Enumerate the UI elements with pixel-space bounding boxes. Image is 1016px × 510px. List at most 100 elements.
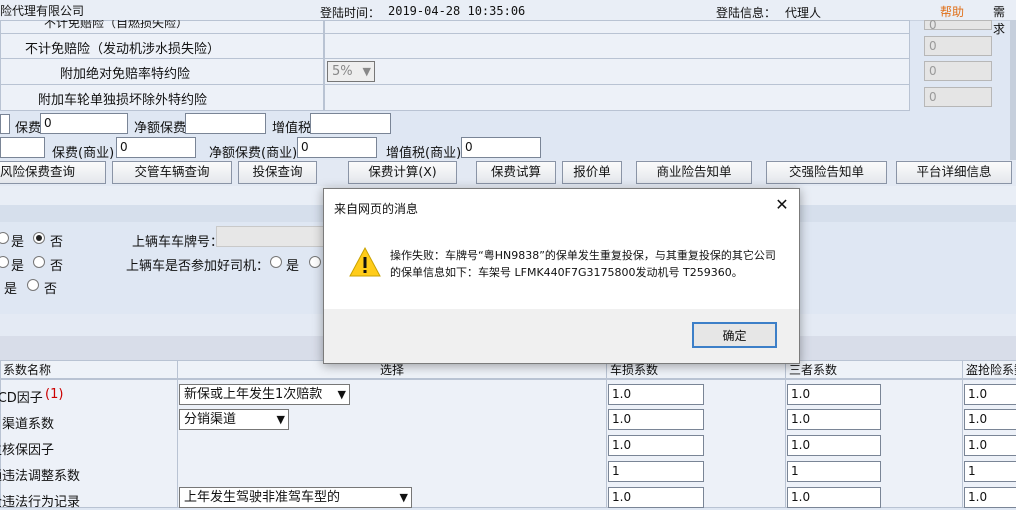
underwriting-theft-input[interactable]: 1.0 [964, 435, 1016, 456]
ncd-damage-input[interactable]: 1.0 [608, 384, 704, 405]
channel-third-input[interactable]: 1.0 [787, 409, 881, 430]
quote-button[interactable]: 报价单 [562, 161, 622, 184]
chevron-down-icon: ▼ [399, 491, 408, 504]
radio-yes-2[interactable] [0, 256, 9, 268]
premium-trial-button[interactable]: 保费试算 [476, 161, 556, 184]
vat-commercial-label: 增值税(商业) [386, 146, 462, 161]
safety-violation-select[interactable]: 上年发生驾驶非准驾车型的 ▼ [179, 487, 412, 508]
channel-theft-input[interactable]: 1.0 [964, 409, 1016, 430]
violation-theft-input[interactable]: 1 [964, 461, 1016, 482]
message-dialog: 来自网页的消息 ✕ 操作失败：车牌号“粤HN9838”的保单发生重复投保，与其重… [323, 188, 800, 364]
chevron-down-icon: ▼ [337, 388, 346, 401]
traffic-vehicle-query-button[interactable]: 交管车辆查询 [112, 161, 232, 184]
channel-damage-input[interactable]: 1.0 [608, 409, 704, 430]
violation-damage-input[interactable]: 1 [608, 461, 704, 482]
vat-commercial-input[interactable]: 0 [461, 137, 541, 158]
risk-premium-query-button[interactable]: 风险保费查询 [0, 161, 106, 184]
dialog-title: 来自网页的消息 [334, 202, 419, 216]
ncd-select[interactable]: 新保或上年发生1次赔款 ▼ [179, 384, 350, 405]
radio-no-1[interactable] [33, 232, 45, 244]
chevron-down-icon: ▼ [276, 413, 285, 426]
login-info-label: 登陆信息： [716, 6, 777, 20]
deductible-rate-select[interactable]: 5% ▼ [327, 61, 375, 82]
vat-label: 增值税 [272, 121, 312, 136]
net-premium-input[interactable] [185, 113, 266, 134]
login-info-value: 代理人 [785, 6, 822, 20]
ok-button[interactable]: 确定 [692, 322, 777, 348]
underwriting-third-input[interactable]: 1.0 [787, 435, 881, 456]
coverage-mid-2 [324, 33, 910, 59]
premium-small-input[interactable] [0, 114, 10, 134]
safety-theft-input[interactable]: 1.0 [964, 487, 1016, 508]
coverage-value-1: 0 [924, 19, 992, 31]
insure-query-button[interactable]: 投保查询 [238, 161, 317, 184]
no-label-2: 否 [50, 259, 64, 274]
coef-name-3: 自主核保因子 [0, 443, 55, 458]
underwriting-damage-input[interactable]: 1.0 [608, 435, 704, 456]
chevron-down-icon: ▼ [362, 65, 371, 78]
last-driver-label: 上辆车是否参加好司机： [126, 259, 270, 274]
coverage-value-2: 0 [924, 36, 992, 56]
coef-mark-1: (1) [45, 387, 64, 402]
premium-commercial-label: 保费(商业) [52, 146, 115, 161]
warning-icon [348, 246, 382, 281]
radio-no-2[interactable] [33, 256, 45, 268]
yes-label-1: 是 [11, 235, 25, 250]
channel-select[interactable]: 分销渠道 ▼ [179, 409, 289, 430]
radio-yes-1[interactable] [0, 232, 9, 244]
login-time-label: 登陆时间： [320, 6, 381, 20]
yes-label-3: 是 [4, 282, 18, 297]
coef-name-5: 安全违法行为记录 [0, 495, 81, 510]
help-link[interactable]: 帮助 [940, 3, 964, 20]
premium-calc-button[interactable]: 保费计算(X) [348, 161, 457, 184]
safety-violation-value: 上年发生驾驶非准驾车型的 [184, 490, 341, 505]
last-plate-input[interactable] [216, 226, 326, 247]
compulsory-notice-button[interactable]: 交强险告知单 [766, 161, 887, 184]
safety-damage-input[interactable]: 1.0 [608, 487, 704, 508]
ncd-theft-input[interactable]: 1.0 [964, 384, 1016, 405]
coverage-mid-3 [324, 58, 910, 85]
coverage-mid-4 [324, 84, 910, 111]
ncd-select-value: 新保或上年发生1次赔款 [184, 387, 323, 402]
login-time-value: 2019-04-28 10:35:06 [388, 4, 526, 18]
vat-input[interactable] [310, 113, 391, 134]
coverage-value-4: 0 [924, 87, 992, 107]
ncd-third-input[interactable]: 1.0 [787, 384, 881, 405]
premium-input[interactable]: 0 [40, 113, 128, 134]
commercial-notice-button[interactable]: 商业险告知单 [636, 161, 752, 184]
violation-third-input[interactable]: 1 [787, 461, 881, 482]
channel-select-value: 分销渠道 [184, 412, 237, 427]
radio-driver-no[interactable] [309, 256, 321, 268]
company-name: 险代理有限公司 [0, 4, 85, 18]
coverage-value-3: 0 [924, 61, 992, 81]
col-header-third-party: 三者系数 [785, 360, 963, 379]
net-premium-commercial-input[interactable]: 0 [297, 137, 377, 158]
coef-name-1: NCD因子 [0, 391, 43, 406]
radio-driver-yes[interactable] [270, 256, 282, 268]
coverage-label-2: 不计免赔险（发动机涉水损失险） [25, 42, 221, 57]
net-premium-commercial-label: 净额保费(商业) [209, 146, 298, 161]
net-premium-label: 净额保费 [134, 121, 187, 136]
coef-name-2: 渠道系数 [2, 417, 55, 432]
premium-commercial-input[interactable]: 0 [116, 137, 196, 158]
platform-detail-button[interactable]: 平台详细信息 [896, 161, 1012, 184]
no-label-1: 否 [50, 235, 64, 250]
safety-third-input[interactable]: 1.0 [787, 487, 881, 508]
coverage-label-4: 附加车轮单独损坏除外特约险 [38, 93, 208, 108]
radio-no-3[interactable] [27, 279, 39, 291]
col-header-name: 系数名称 [0, 360, 178, 379]
coef-name-4: 交通违法调整系数 [0, 469, 81, 484]
driver-yes-label: 是 [286, 259, 300, 274]
yes-label-2: 是 [11, 259, 25, 274]
coverage-label-3: 附加绝对免赔率特约险 [60, 67, 191, 82]
deductible-rate-value: 5% [332, 64, 353, 79]
dialog-message: 操作失败：车牌号“粤HN9838”的保单发生重复投保，与其重复投保的其它公司的保… [390, 249, 776, 279]
premium-label: 保费 [15, 121, 42, 136]
coverage-mid-cell [324, 20, 910, 34]
close-icon[interactable]: ✕ [770, 194, 794, 216]
last-plate-label: 上辆车车牌号： [132, 235, 224, 250]
no-label-3: 否 [44, 282, 58, 297]
coverage-label-1: 不计免赔险（自燃损失险） [44, 20, 189, 30]
col-header-theft: 盗抢险系数 [962, 360, 1016, 379]
premium-commercial-small-input[interactable] [0, 137, 45, 158]
